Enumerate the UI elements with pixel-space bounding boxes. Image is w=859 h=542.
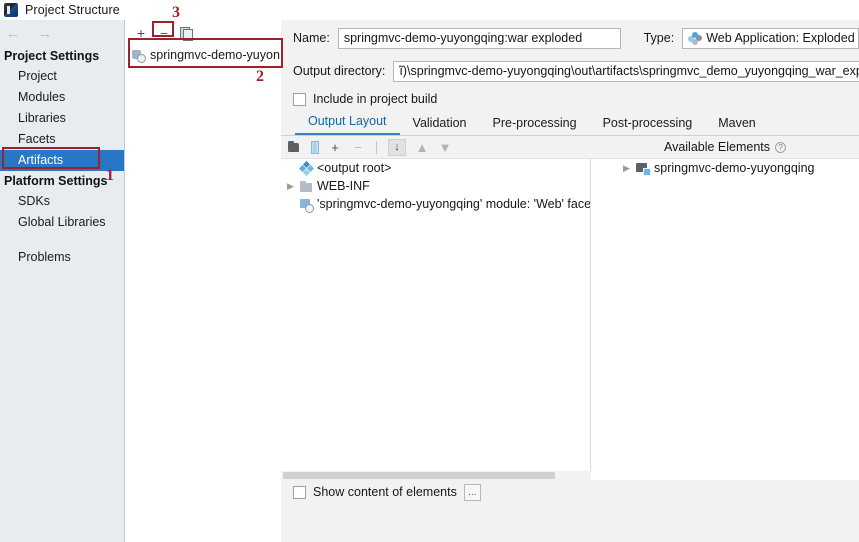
artifact-type-value: Web Application: Exploded — [706, 31, 854, 45]
section-heading-project-settings: Project Settings — [0, 46, 124, 66]
tree-row[interactable]: 'springmvc-demo-yuyongqing' module: 'Web… — [281, 195, 590, 213]
folder-icon — [300, 181, 313, 192]
sidebar-item-libraries[interactable]: Libraries — [0, 108, 124, 129]
tab-output-layout[interactable]: Output Layout — [295, 113, 400, 135]
available-elements-tree: ▶ springmvc-demo-yuyongqing — [591, 159, 859, 480]
intellij-idea-icon — [4, 3, 18, 17]
remove-artifact-button[interactable]: − — [157, 26, 171, 40]
project-structure-dialog: Project Structure ← → Project Settings P… — [0, 0, 859, 542]
output-directory-input[interactable]: ĩ)\springmvc-demo-yuyongqing\out\artifac… — [393, 61, 859, 82]
more-options-button[interactable]: ... — [464, 484, 481, 501]
horizontal-scrollbar[interactable] — [281, 471, 591, 480]
artifact-type-combobox[interactable]: Web Application: Exploded — [682, 28, 859, 49]
name-label: Name: — [293, 31, 330, 45]
chevron-right-icon: ▶ — [285, 163, 296, 174]
list-item[interactable]: ▶ springmvc-demo-yuyongqing — [591, 159, 859, 177]
list-item-label: springmvc-demo-yuyongqing — [654, 161, 815, 175]
tab-pre-processing[interactable]: Pre-processing — [480, 115, 590, 135]
output-layout-toolbar: + − ↓ ▲ ▼ — [281, 136, 591, 158]
toolbar-divider — [376, 141, 377, 154]
scrollbar-thumb[interactable] — [283, 472, 555, 479]
artifact-icon — [132, 49, 145, 62]
output-root-icon — [300, 162, 313, 175]
sidebar-item-modules[interactable]: Modules — [0, 87, 124, 108]
output-directory-label: Output directory: — [293, 64, 385, 78]
sidebar-item-global-libraries[interactable]: Global Libraries — [0, 212, 124, 233]
artifact-list-toolbar: + − — [126, 20, 280, 46]
include-in-build-row[interactable]: Include in project build — [281, 86, 859, 112]
tab-validation[interactable]: Validation — [400, 115, 480, 135]
tree-row-label: 'springmvc-demo-yuyongqing' module: 'Web… — [317, 197, 590, 211]
chevron-right-icon[interactable]: ▶ — [621, 163, 632, 174]
tab-maven[interactable]: Maven — [705, 115, 769, 135]
facet-icon — [300, 198, 313, 211]
tree-row-label: WEB-INF — [317, 179, 370, 193]
sort-icon[interactable]: ↓ — [388, 139, 406, 156]
artifact-list-panel: + − springmvc-demo-yuyongq — [126, 20, 280, 542]
tab-post-processing[interactable]: Post-processing — [590, 115, 706, 135]
copy-artifact-button[interactable] — [180, 27, 192, 40]
sidebar-item-problems[interactable]: Problems — [0, 247, 124, 268]
layout-split-area: ▶ <output root> ▶ WEB-INF 'springmvc-dem… — [281, 158, 859, 480]
artifact-name-input[interactable]: springmvc-demo-yuyongqing:war exploded — [338, 28, 621, 49]
sidebar-item-project[interactable]: Project — [0, 66, 124, 87]
tree-row-label: <output root> — [317, 161, 391, 175]
artifact-list-item-label: springmvc-demo-yuyongq — [150, 48, 280, 62]
detail-tabs: Output Layout Validation Pre-processing … — [281, 112, 859, 136]
nav-arrow-bar: ← → — [0, 20, 124, 46]
output-directory-row: Output directory: ĩ)\springmvc-demo-yuyo… — [281, 56, 859, 86]
web-application-icon — [688, 32, 701, 45]
include-in-build-label: Include in project build — [313, 92, 437, 106]
chevron-right-icon[interactable]: ▶ — [285, 181, 296, 192]
available-elements-header: Available Elements ? — [591, 136, 859, 158]
type-label: Type: — [644, 31, 675, 45]
name-type-row: Name: springmvc-demo-yuyongqing:war expl… — [281, 20, 859, 56]
sidebar-item-facets[interactable]: Facets — [0, 129, 124, 150]
move-up-icon[interactable]: ▲ — [415, 141, 429, 154]
sidebar-spacer — [0, 233, 124, 247]
sidebar-item-sdks[interactable]: SDKs — [0, 191, 124, 212]
module-icon — [636, 162, 650, 174]
show-content-checkbox[interactable] — [293, 486, 306, 499]
artifact-list-item[interactable]: springmvc-demo-yuyongq — [126, 46, 280, 64]
available-elements-title: Available Elements — [664, 140, 770, 154]
back-arrow-icon[interactable]: ← — [4, 26, 22, 41]
section-heading-platform-settings: Platform Settings — [0, 171, 124, 191]
add-archive-icon[interactable] — [311, 141, 319, 154]
sidebar-item-artifacts[interactable]: Artifacts — [0, 150, 124, 171]
output-layout-tree: ▶ <output root> ▶ WEB-INF 'springmvc-dem… — [281, 159, 591, 480]
add-copy-icon[interactable]: + — [328, 141, 342, 154]
move-down-icon[interactable]: ▼ — [438, 141, 452, 154]
help-icon[interactable]: ? — [775, 142, 786, 153]
artifact-detail-pane: Name: springmvc-demo-yuyongqing:war expl… — [281, 20, 859, 542]
add-directory-icon[interactable] — [288, 141, 302, 153]
window-title: Project Structure — [25, 3, 120, 17]
bottom-options-bar: Show content of elements ... — [281, 480, 859, 504]
settings-sidebar: ← → Project Settings Project Modules Lib… — [0, 20, 125, 542]
forward-arrow-icon[interactable]: → — [36, 26, 54, 41]
title-bar: Project Structure — [0, 0, 859, 20]
layout-toolbar-row: + − ↓ ▲ ▼ Available Elements ? — [281, 136, 859, 158]
add-artifact-button[interactable]: + — [134, 26, 148, 40]
tree-row[interactable]: ▶ WEB-INF — [281, 177, 590, 195]
show-content-label: Show content of elements — [313, 485, 457, 499]
tree-row[interactable]: ▶ <output root> — [281, 159, 590, 177]
include-in-build-checkbox[interactable] — [293, 93, 306, 106]
remove-element-icon[interactable]: − — [351, 141, 365, 154]
